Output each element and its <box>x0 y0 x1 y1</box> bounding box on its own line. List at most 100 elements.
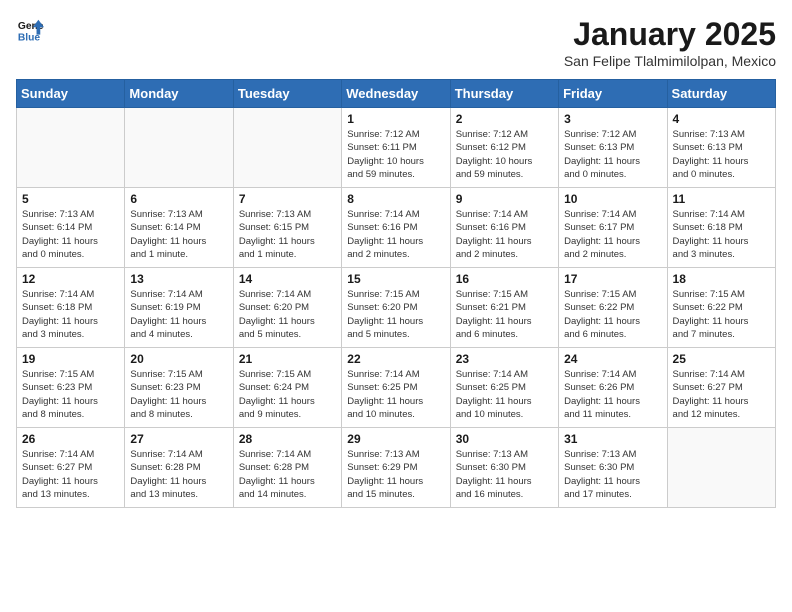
calendar-day-cell: 16 Sunrise: 7:15 AM Sunset: 6:21 PM Dayli… <box>450 268 558 348</box>
calendar-day-cell: 22Sunrise: 7:14 AM Sunset: 6:25 PM Dayli… <box>342 348 450 428</box>
day-number: 29 <box>347 432 444 446</box>
day-info: Sunrise: 7:15 AM Sunset: 6:22 PM Dayligh… <box>673 288 770 341</box>
day-number: 14 <box>239 272 336 286</box>
day-number: 7 <box>239 192 336 206</box>
day-info: Sunrise: 7:13 AM Sunset: 6:30 PM Dayligh… <box>564 448 661 501</box>
calendar-week-row: 1 Sunrise: 7:12 AM Sunset: 6:11 PM Daylig… <box>17 108 776 188</box>
day-info: Sunrise: 7:15 AM Sunset: 6:23 PM Dayligh… <box>22 368 119 421</box>
calendar-day-cell: 30Sunrise: 7:13 AM Sunset: 6:30 PM Dayli… <box>450 428 558 508</box>
calendar-day-cell: 3Sunrise: 7:12 AM Sunset: 6:13 PM Daylig… <box>559 108 667 188</box>
day-number: 11 <box>673 192 770 206</box>
day-of-week-header: Friday <box>559 80 667 108</box>
day-info: Sunrise: 7:14 AM Sunset: 6:18 PM Dayligh… <box>673 208 770 261</box>
day-number: 1 <box>347 112 444 126</box>
day-number: 26 <box>22 432 119 446</box>
calendar-table: SundayMondayTuesdayWednesdayThursdayFrid… <box>16 79 776 508</box>
day-number: 2 <box>456 112 553 126</box>
day-number: 20 <box>130 352 227 366</box>
day-info: Sunrise: 7:14 AM Sunset: 6:28 PM Dayligh… <box>130 448 227 501</box>
calendar-week-row: 12 Sunrise: 7:14 AM Sunset: 6:18 PM Dayli… <box>17 268 776 348</box>
calendar-day-cell: 21 Sunrise: 7:15 AM Sunset: 6:24 PM Dayli… <box>233 348 341 428</box>
day-info: Sunrise: 7:14 AM Sunset: 6:28 PM Dayligh… <box>239 448 336 501</box>
calendar-day-cell: 27Sunrise: 7:14 AM Sunset: 6:28 PM Dayli… <box>125 428 233 508</box>
calendar-week-row: 19 Sunrise: 7:15 AM Sunset: 6:23 PM Dayli… <box>17 348 776 428</box>
calendar-day-cell: 28 Sunrise: 7:14 AM Sunset: 6:28 PM Dayli… <box>233 428 341 508</box>
day-number: 17 <box>564 272 661 286</box>
day-info: Sunrise: 7:14 AM Sunset: 6:18 PM Dayligh… <box>22 288 119 341</box>
calendar-day-cell: 2 Sunrise: 7:12 AM Sunset: 6:12 PM Daylig… <box>450 108 558 188</box>
day-info: Sunrise: 7:12 AM Sunset: 6:11 PM Dayligh… <box>347 128 444 181</box>
day-number: 31 <box>564 432 661 446</box>
day-of-week-header: Sunday <box>17 80 125 108</box>
calendar-day-cell: 9 Sunrise: 7:14 AM Sunset: 6:16 PM Daylig… <box>450 188 558 268</box>
calendar-day-cell <box>233 108 341 188</box>
calendar-day-cell: 24Sunrise: 7:14 AM Sunset: 6:26 PM Dayli… <box>559 348 667 428</box>
day-info: Sunrise: 7:15 AM Sunset: 6:24 PM Dayligh… <box>239 368 336 421</box>
calendar-day-cell: 19 Sunrise: 7:15 AM Sunset: 6:23 PM Dayli… <box>17 348 125 428</box>
day-number: 21 <box>239 352 336 366</box>
day-number: 28 <box>239 432 336 446</box>
calendar-day-cell: 29 Sunrise: 7:13 AM Sunset: 6:29 PM Dayli… <box>342 428 450 508</box>
day-number: 15 <box>347 272 444 286</box>
page-header: General Blue January 2025 San Felipe Tla… <box>16 16 776 69</box>
calendar-day-cell: 31 Sunrise: 7:13 AM Sunset: 6:30 PM Dayli… <box>559 428 667 508</box>
day-info: Sunrise: 7:13 AM Sunset: 6:29 PM Dayligh… <box>347 448 444 501</box>
day-info: Sunrise: 7:12 AM Sunset: 6:12 PM Dayligh… <box>456 128 553 181</box>
day-info: Sunrise: 7:13 AM Sunset: 6:13 PM Dayligh… <box>673 128 770 181</box>
calendar-title: January 2025 <box>564 16 776 53</box>
logo: General Blue <box>16 16 44 44</box>
calendar-day-cell: 13Sunrise: 7:14 AM Sunset: 6:19 PM Dayli… <box>125 268 233 348</box>
day-info: Sunrise: 7:14 AM Sunset: 6:16 PM Dayligh… <box>347 208 444 261</box>
calendar-week-row: 5Sunrise: 7:13 AM Sunset: 6:14 PM Daylig… <box>17 188 776 268</box>
calendar-day-cell: 6Sunrise: 7:13 AM Sunset: 6:14 PM Daylig… <box>125 188 233 268</box>
logo-icon: General Blue <box>16 16 44 44</box>
day-number: 4 <box>673 112 770 126</box>
day-number: 12 <box>22 272 119 286</box>
calendar-day-cell: 7Sunrise: 7:13 AM Sunset: 6:15 PM Daylig… <box>233 188 341 268</box>
day-number: 22 <box>347 352 444 366</box>
day-info: Sunrise: 7:14 AM Sunset: 6:17 PM Dayligh… <box>564 208 661 261</box>
day-of-week-header: Monday <box>125 80 233 108</box>
calendar-week-row: 26Sunrise: 7:14 AM Sunset: 6:27 PM Dayli… <box>17 428 776 508</box>
title-block: January 2025 San Felipe Tlalmimilolpan, … <box>564 16 776 69</box>
day-number: 9 <box>456 192 553 206</box>
day-info: Sunrise: 7:14 AM Sunset: 6:19 PM Dayligh… <box>130 288 227 341</box>
day-number: 8 <box>347 192 444 206</box>
calendar-day-cell: 17 Sunrise: 7:15 AM Sunset: 6:22 PM Dayli… <box>559 268 667 348</box>
calendar-day-cell: 14 Sunrise: 7:14 AM Sunset: 6:20 PM Dayli… <box>233 268 341 348</box>
day-number: 23 <box>456 352 553 366</box>
calendar-day-cell <box>667 428 775 508</box>
day-number: 10 <box>564 192 661 206</box>
day-info: Sunrise: 7:13 AM Sunset: 6:14 PM Dayligh… <box>130 208 227 261</box>
calendar-subtitle: San Felipe Tlalmimilolpan, Mexico <box>564 53 776 69</box>
calendar-header-row: SundayMondayTuesdayWednesdayThursdayFrid… <box>17 80 776 108</box>
day-of-week-header: Wednesday <box>342 80 450 108</box>
day-info: Sunrise: 7:14 AM Sunset: 6:25 PM Dayligh… <box>456 368 553 421</box>
day-info: Sunrise: 7:15 AM Sunset: 6:20 PM Dayligh… <box>347 288 444 341</box>
day-info: Sunrise: 7:14 AM Sunset: 6:16 PM Dayligh… <box>456 208 553 261</box>
day-info: Sunrise: 7:15 AM Sunset: 6:22 PM Dayligh… <box>564 288 661 341</box>
day-info: Sunrise: 7:15 AM Sunset: 6:23 PM Dayligh… <box>130 368 227 421</box>
day-info: Sunrise: 7:15 AM Sunset: 6:21 PM Dayligh… <box>456 288 553 341</box>
day-of-week-header: Thursday <box>450 80 558 108</box>
calendar-day-cell: 8 Sunrise: 7:14 AM Sunset: 6:16 PM Daylig… <box>342 188 450 268</box>
day-info: Sunrise: 7:14 AM Sunset: 6:27 PM Dayligh… <box>673 368 770 421</box>
calendar-day-cell: 5Sunrise: 7:13 AM Sunset: 6:14 PM Daylig… <box>17 188 125 268</box>
day-info: Sunrise: 7:13 AM Sunset: 6:14 PM Dayligh… <box>22 208 119 261</box>
calendar-day-cell: 4 Sunrise: 7:13 AM Sunset: 6:13 PM Daylig… <box>667 108 775 188</box>
day-number: 19 <box>22 352 119 366</box>
calendar-day-cell <box>125 108 233 188</box>
calendar-day-cell: 26Sunrise: 7:14 AM Sunset: 6:27 PM Dayli… <box>17 428 125 508</box>
day-info: Sunrise: 7:14 AM Sunset: 6:20 PM Dayligh… <box>239 288 336 341</box>
calendar-day-cell <box>17 108 125 188</box>
day-number: 16 <box>456 272 553 286</box>
calendar-day-cell: 1 Sunrise: 7:12 AM Sunset: 6:11 PM Daylig… <box>342 108 450 188</box>
calendar-day-cell: 11 Sunrise: 7:14 AM Sunset: 6:18 PM Dayli… <box>667 188 775 268</box>
day-number: 25 <box>673 352 770 366</box>
calendar-day-cell: 23 Sunrise: 7:14 AM Sunset: 6:25 PM Dayli… <box>450 348 558 428</box>
day-number: 30 <box>456 432 553 446</box>
day-of-week-header: Tuesday <box>233 80 341 108</box>
day-of-week-header: Saturday <box>667 80 775 108</box>
calendar-day-cell: 12 Sunrise: 7:14 AM Sunset: 6:18 PM Dayli… <box>17 268 125 348</box>
day-info: Sunrise: 7:12 AM Sunset: 6:13 PM Dayligh… <box>564 128 661 181</box>
